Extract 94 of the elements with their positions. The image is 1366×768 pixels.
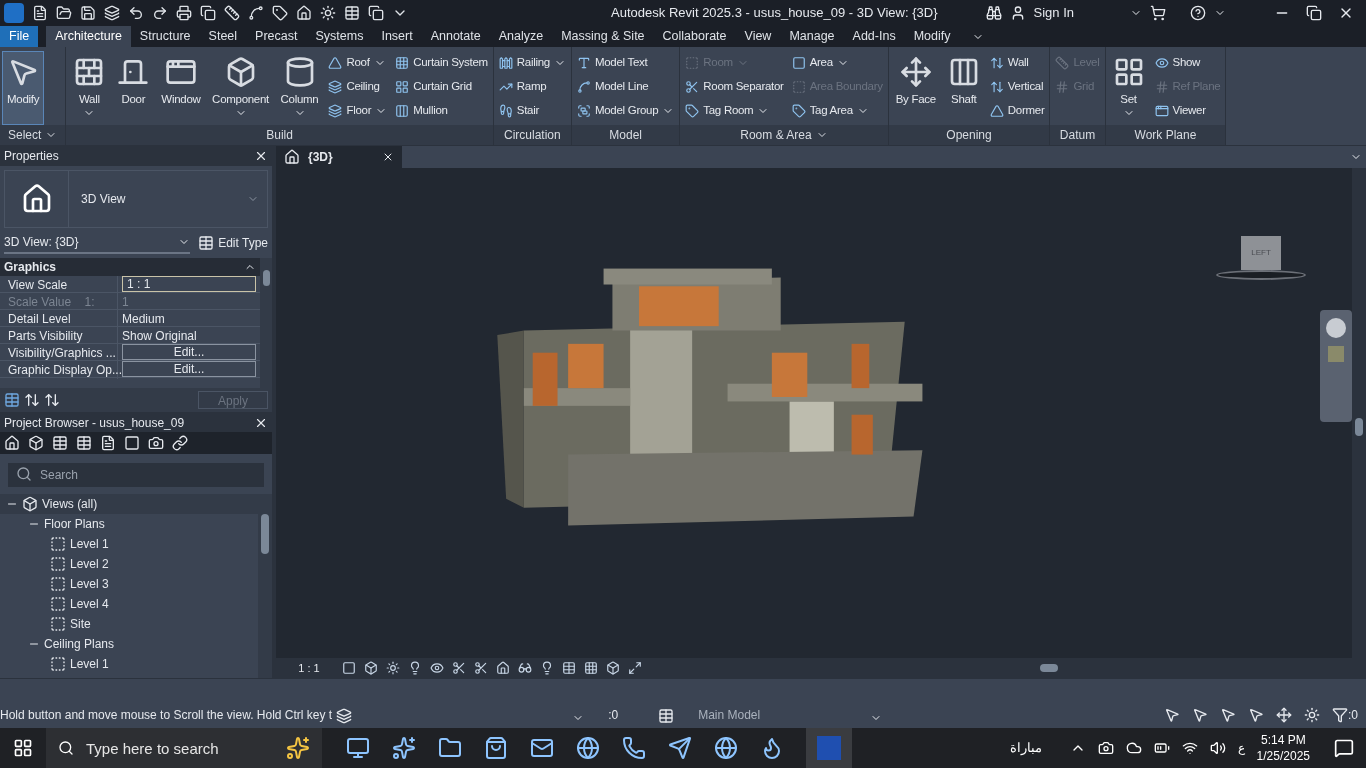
ribbon-tab[interactable]: Modify: [904, 26, 960, 47]
ribbon-tool[interactable]: Model Group: [573, 99, 678, 123]
instance-dropdown[interactable]: 3D View: {3D}: [4, 232, 191, 254]
ribbon-tool[interactable]: Component: [207, 51, 274, 125]
document-tab-label: {3D}: [308, 149, 333, 166]
ribbon-tab[interactable]: Architecture: [46, 26, 131, 47]
panel-title[interactable]: Select: [0, 125, 66, 145]
clock-time: 5:14 PM: [1260, 732, 1306, 748]
ribbon-tab[interactable]: Steel: [199, 26, 247, 47]
ribbon-tool[interactable]: Vertical: [986, 75, 1048, 99]
tree-item[interactable]: Level 1: [0, 534, 258, 554]
ribbon-tool[interactable]: Roof: [325, 51, 391, 75]
ribbon-tab[interactable]: Massing & Site: [552, 26, 654, 47]
filter-count: :0: [1348, 707, 1358, 724]
ribbon-tool[interactable]: Railing: [495, 51, 569, 75]
property-name: Parts Visibility: [0, 327, 118, 345]
ribbon-tool[interactable]: Area: [788, 51, 886, 75]
workset-count: :0: [608, 707, 619, 724]
ribbon-tool[interactable]: Ramp: [495, 75, 569, 99]
ribbon-tool[interactable]: Mullion: [392, 99, 491, 123]
input-language: ع: [1237, 740, 1245, 757]
ribbon-tool[interactable]: Modify: [2, 51, 45, 125]
ribbon-tool[interactable]: Ceiling: [325, 75, 391, 99]
document-tab[interactable]: {3D}: [276, 146, 402, 168]
property-name: Visibility/Graphics ...: [0, 344, 118, 362]
ribbon-tab[interactable]: Precast: [246, 26, 307, 47]
tree-item[interactable]: Level 4: [0, 594, 258, 614]
property-value: 1: [121, 294, 130, 311]
tree-item[interactable]: Views (all): [0, 494, 258, 514]
property-name: Detail Level: [0, 310, 118, 328]
taskbar-search-field[interactable]: Type here to search: [46, 728, 322, 768]
panel-title[interactable]: Room & Area: [680, 125, 888, 145]
ribbon-tool[interactable]: Curtain Grid: [392, 75, 491, 99]
panel-title[interactable]: Build: [66, 125, 493, 145]
clock-date: 1/25/2025: [1256, 748, 1310, 764]
property-field[interactable]: 1 : 1: [122, 276, 256, 292]
ribbon-tool[interactable]: Wall: [986, 51, 1048, 75]
panel-title[interactable]: Model: [571, 125, 680, 145]
ribbon-tab[interactable]: Insert: [372, 26, 422, 47]
edit-button[interactable]: Edit...: [122, 361, 256, 377]
property-value: Show Original: [121, 328, 198, 345]
tree-item[interactable]: Floor Plans: [0, 514, 258, 534]
group-header: Graphics: [4, 259, 57, 276]
ribbon-tool[interactable]: Set: [1107, 51, 1150, 125]
tree-item[interactable]: Level 2: [0, 554, 258, 574]
ribbon-tab[interactable]: Systems: [306, 26, 373, 47]
sign-in-button[interactable]: Sign In: [1033, 3, 1074, 23]
scale-button[interactable]: 1 : 1: [284, 659, 334, 677]
ribbon-tool[interactable]: Door: [112, 51, 155, 125]
tree-item[interactable]: Site: [0, 614, 258, 634]
property-name: Scale Value 1:: [0, 293, 118, 311]
panel-title[interactable]: Datum: [1050, 125, 1105, 145]
edit-button[interactable]: Edit...: [122, 344, 256, 360]
ribbon-tool[interactable]: Viewer: [1151, 99, 1224, 123]
ribbon-tool[interactable]: Window: [156, 51, 206, 125]
ribbon-tool[interactable]: Wall: [68, 51, 111, 125]
ribbon-tool[interactable]: Model Text: [573, 51, 678, 75]
ribbon-tool[interactable]: Tag Room: [682, 99, 787, 123]
ribbon-tool[interactable]: Show: [1151, 51, 1224, 75]
ribbon-tab[interactable]: Structure: [130, 26, 200, 47]
ribbon-tool[interactable]: Model Line: [573, 75, 678, 99]
ribbon-tool[interactable]: Floor: [325, 99, 391, 123]
panel-title[interactable]: Circulation: [493, 125, 571, 145]
search-field[interactable]: Search: [8, 463, 264, 487]
status-message: Hold button and move mouse to Scroll the view. Hold Ctrl key t: [0, 707, 333, 724]
ribbon-tool[interactable]: Stair: [495, 99, 569, 123]
window-title: Autodesk Revit 2025.3 - usus_house_09 - 3D View: {3D}: [611, 4, 938, 23]
ribbon-tab[interactable]: Annotate: [421, 26, 490, 47]
ribbon-tab[interactable]: Collaborate: [653, 26, 736, 47]
property-name: View Scale: [0, 276, 118, 294]
file-tab[interactable]: File: [0, 26, 39, 47]
tree-item[interactable]: Ceiling Plans: [0, 634, 258, 654]
panel-title: Properties: [4, 148, 59, 165]
panel-title: Project Browser - usus_house_09: [4, 415, 185, 432]
widget-text: مباراة: [1009, 739, 1042, 758]
ribbon-tool[interactable]: Tag Area: [788, 99, 886, 123]
ribbon-tab[interactable]: Manage: [780, 26, 844, 47]
ribbon-tab[interactable]: View: [735, 26, 781, 47]
panel-title[interactable]: Work Plane: [1105, 125, 1226, 145]
ribbon-tool[interactable]: Column: [275, 51, 324, 125]
type-selector[interactable]: 3D View: [4, 170, 268, 228]
panel-title[interactable]: Opening: [888, 125, 1050, 145]
edit-type-button[interactable]: Edit Type: [198, 234, 268, 252]
tree-item[interactable]: Level 3: [0, 574, 258, 594]
ribbon-tab[interactable]: Analyze: [489, 26, 553, 47]
ribbon-tool[interactable]: Dormer: [986, 99, 1048, 123]
ribbon-tool[interactable]: Curtain System: [392, 51, 491, 75]
ribbon-tool[interactable]: By Face: [890, 51, 941, 125]
tree-item[interactable]: Level 1: [0, 654, 258, 674]
ribbon-tab[interactable]: Add-Ins: [843, 26, 905, 47]
design-option-name: Main Model: [698, 707, 761, 724]
property-value: Medium: [121, 311, 166, 328]
ribbon-tool[interactable]: Room Separator: [682, 75, 787, 99]
ribbon-tool[interactable]: Shaft: [942, 51, 985, 125]
